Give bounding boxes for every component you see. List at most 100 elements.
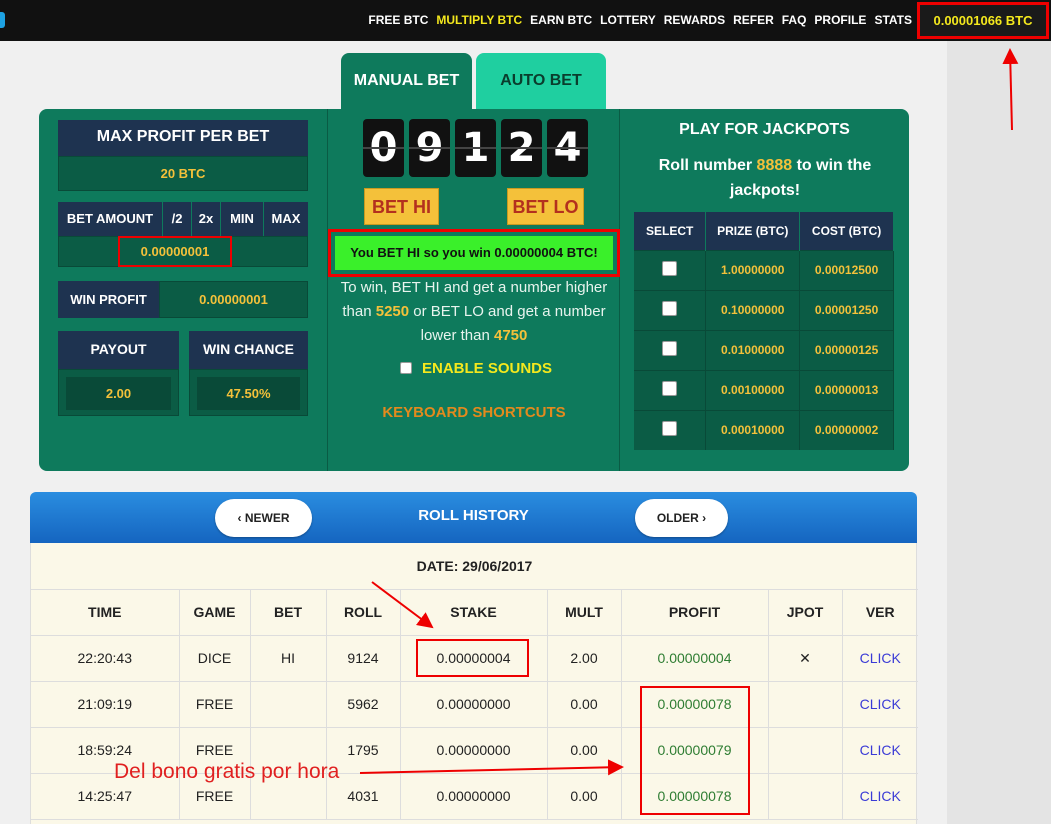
logo[interactable]: [0, 12, 5, 28]
roll-digit: 0: [363, 119, 404, 177]
col-stake: STAKE: [400, 590, 548, 636]
cell-roll: 5962: [326, 681, 401, 728]
history-date: DATE: 29/06/2017: [31, 543, 918, 590]
bet-hi-button[interactable]: BET HI: [364, 188, 439, 225]
bet-amount-input[interactable]: 0.00000001: [118, 236, 232, 267]
jackpot-checkbox[interactable]: [662, 381, 678, 396]
enable-sounds-label[interactable]: ENABLE SOUNDS: [422, 360, 552, 377]
older-button[interactable]: OLDER ›: [635, 499, 728, 537]
jackpot-prize: 0.00100000: [705, 369, 801, 410]
bet-lo-button[interactable]: BET LO: [507, 188, 584, 225]
jackpot-header-select: SELECT: [634, 212, 707, 250]
jackpot-checkbox[interactable]: [662, 301, 678, 316]
roll-digit: 1: [455, 119, 496, 177]
chevron-left-icon: ‹: [237, 511, 242, 525]
col-mult: MULT: [547, 590, 622, 636]
jackpot-select-cell: [634, 289, 707, 330]
jackpot-row: 0.00100000 0.00000013: [634, 369, 894, 410]
jackpot-number: 8888: [756, 157, 793, 174]
nav-faq[interactable]: FAQ: [778, 0, 811, 41]
min-bet-button[interactable]: MIN: [220, 202, 263, 236]
cell-time: 21:09:19: [31, 681, 180, 728]
cell-mult: 0.00: [547, 773, 622, 820]
nav-menu: FREE BTC MULTIPLY BTC EARN BTC LOTTERY R…: [364, 0, 916, 41]
col-jpot: JPOT: [768, 590, 843, 636]
cell-roll: 9124: [326, 635, 401, 682]
win-profit-value: 0.00000001: [159, 281, 308, 318]
balance-display: 0.00001066 BTC: [917, 2, 1049, 39]
jackpot-row: 1.00000000 0.00012500: [634, 249, 894, 290]
jackpot-row: 0.10000000 0.00001250: [634, 289, 894, 330]
bet-amount-label: BET AMOUNT: [58, 202, 162, 236]
win-message-text: You BET HI so you win 0.00000004 BTC!: [335, 236, 613, 270]
nav-refer[interactable]: REFER: [729, 0, 778, 41]
jackpot-header-cost: COST (BTC): [799, 212, 894, 250]
older-label: OLDER: [656, 511, 699, 525]
roll-digit: 2: [501, 119, 542, 177]
half-bet-button[interactable]: /2: [162, 202, 191, 236]
cell-game: DICE: [179, 635, 251, 682]
cell-mult: 0.00: [547, 727, 622, 774]
col-profit: PROFIT: [621, 590, 769, 636]
jackpot-row: 0.00010000 0.00000002: [634, 409, 894, 450]
jackpot-checkbox[interactable]: [662, 341, 678, 356]
jackpot-checkbox[interactable]: [662, 261, 678, 276]
nav-profile[interactable]: PROFILE: [810, 0, 870, 41]
jackpot-prize: 1.00000000: [705, 249, 801, 290]
col-ver: VER: [842, 590, 918, 636]
tab-auto-bet[interactable]: AUTO BET: [476, 53, 606, 110]
cell-game: FREE: [179, 681, 251, 728]
payout-label: PAYOUT: [58, 331, 179, 369]
jackpot-prize: 0.01000000: [705, 329, 801, 370]
double-bet-button[interactable]: 2x: [191, 202, 220, 236]
nav-multiply-btc[interactable]: MULTIPLY BTC: [432, 0, 526, 41]
verify-link[interactable]: CLICK: [842, 635, 918, 682]
table-row: 21:09:19 FREE 5962 0.00000000 0.00 0.000…: [31, 681, 918, 728]
col-bet: BET: [250, 590, 327, 636]
nav-earn-btc[interactable]: EARN BTC: [526, 0, 596, 41]
column-divider: [619, 109, 620, 471]
jackpot-cost: 0.00000125: [799, 329, 894, 370]
nav-stats[interactable]: STATS: [870, 0, 916, 41]
verify-link[interactable]: CLICK: [842, 681, 918, 728]
col-game: GAME: [179, 590, 251, 636]
col-roll: ROLL: [326, 590, 401, 636]
cell-stake: 0.00000000: [400, 773, 548, 820]
max-bet-button[interactable]: MAX: [263, 202, 308, 236]
cell-profit: 0.00000004: [621, 635, 769, 682]
annotation-text: Del bono gratis por hora: [114, 760, 340, 783]
jackpot-cost: 0.00001250: [799, 289, 894, 330]
enable-sounds-checkbox[interactable]: [400, 362, 412, 374]
newer-label: NEWER: [244, 511, 290, 525]
payout-input[interactable]: 2.00: [66, 377, 171, 410]
win-profit-label: WIN PROFIT: [58, 281, 159, 318]
cell-jpot: [768, 727, 843, 774]
jackpots-sub-b: to win the jackpots!: [729, 157, 872, 199]
top-nav: FREE BTC MULTIPLY BTC EARN BTC LOTTERY R…: [0, 0, 1051, 41]
keyboard-shortcuts-link[interactable]: KEYBOARD SHORTCUTS: [330, 404, 618, 421]
cell-bet: HI: [250, 635, 327, 682]
verify-link[interactable]: CLICK: [842, 773, 918, 820]
jackpot-cost: 0.00012500: [799, 249, 894, 290]
win-chance-input[interactable]: 47.50%: [197, 377, 300, 410]
jackpot-cost: 0.00000013: [799, 369, 894, 410]
nav-rewards[interactable]: REWARDS: [660, 0, 729, 41]
jackpot-checkbox[interactable]: [662, 421, 678, 437]
cell-stake: 0.00000000: [400, 681, 548, 728]
newer-button[interactable]: ‹ NEWER: [215, 499, 312, 537]
cell-mult: 2.00: [547, 635, 622, 682]
jackpots-title: PLAY FOR JACKPOTS: [679, 121, 850, 138]
jackpot-cost: 0.00000002: [799, 409, 894, 450]
tab-manual-bet[interactable]: MANUAL BET: [341, 53, 472, 110]
max-profit-value: 20 BTC: [58, 156, 308, 191]
nav-lottery[interactable]: LOTTERY: [596, 0, 660, 41]
win-message: You BET HI so you win 0.00000004 BTC!: [328, 229, 620, 277]
cell-time: 22:20:43: [31, 635, 180, 682]
jackpot-select-cell: [634, 369, 707, 410]
jackpot-table: SELECT PRIZE (BTC) COST (BTC) 1.00000000…: [634, 212, 894, 450]
nav-free-btc[interactable]: FREE BTC: [364, 0, 432, 41]
verify-link[interactable]: CLICK: [842, 727, 918, 774]
col-time: TIME: [31, 590, 180, 636]
rule-lo-number: 4750: [494, 327, 528, 344]
jackpot-header-prize: PRIZE (BTC): [705, 212, 801, 250]
